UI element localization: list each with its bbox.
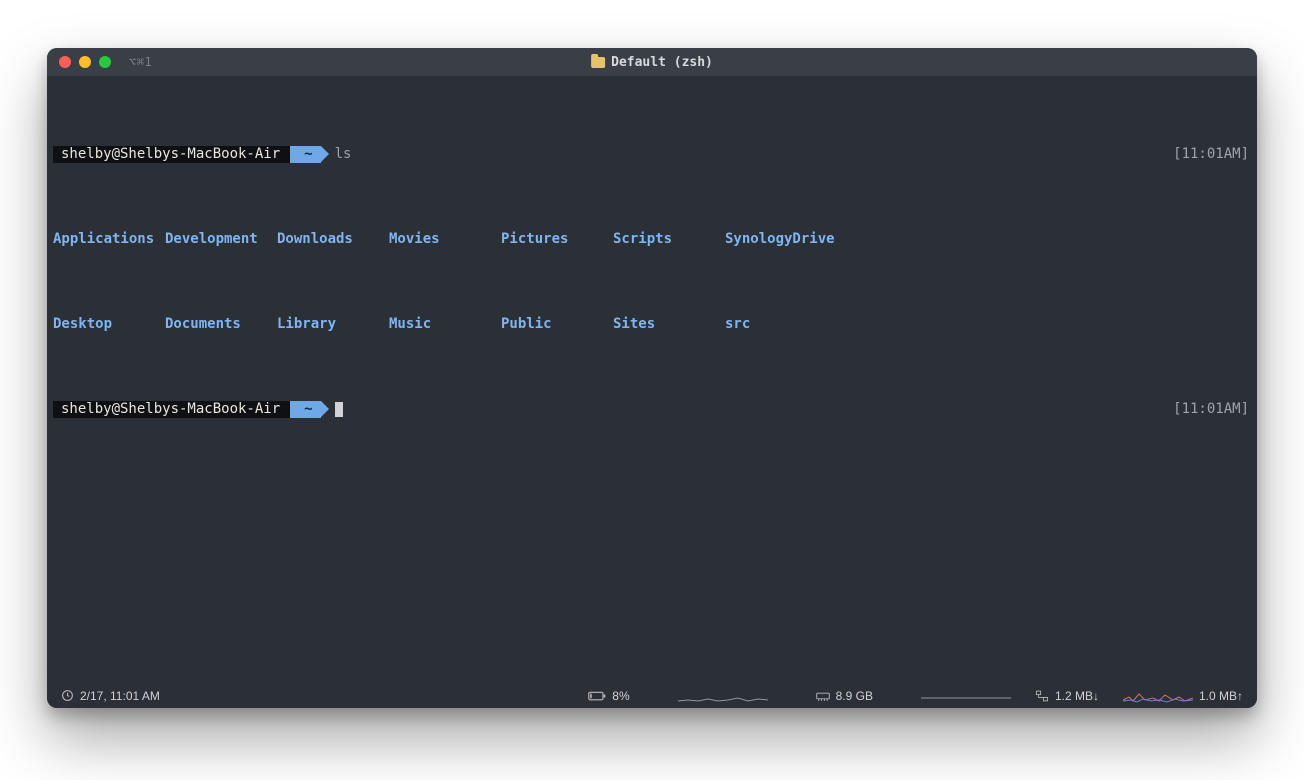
cursor-icon [335,402,343,417]
prompt-host-segment: shelby@Shelbys-MacBook-Air [53,401,290,418]
minimize-button[interactable] [79,56,91,68]
ls-item: Development [165,231,277,248]
command-text: ls [335,146,352,163]
folder-icon [591,57,605,68]
ls-item: Music [389,316,501,333]
status-cpu-sparkline [678,688,768,704]
terminal-content[interactable]: shelby@Shelbys-MacBook-Air ~ ls [11:01AM… [47,76,1257,682]
status-network-down-text: 1.2 MB↓ [1055,689,1099,703]
tab-shortcut-hint: ⌥⌘1 [129,55,152,69]
window-title-text: Default (zsh) [611,55,713,70]
ls-item: Pictures [501,231,613,248]
memory-sparkline-icon [921,688,1011,704]
status-network-down: 1.2 MB↓ [1035,689,1099,703]
ls-output-row: Applications Development Downloads Movie… [53,231,1251,248]
status-network-up-text: 1.0 MB↑ [1199,689,1243,703]
prompt-path-segment: ~ [290,401,320,418]
ls-item: Applications [53,231,165,248]
close-button[interactable] [59,56,71,68]
ls-item: Movies [389,231,501,248]
window-title: Default (zsh) [591,55,713,70]
status-memory-text: 8.9 GB [836,689,873,703]
status-network-sparkline [1123,688,1193,704]
traffic-lights [47,56,111,68]
status-network-up: 1.0 MB↑ [1199,689,1243,703]
prompt-host-segment: shelby@Shelbys-MacBook-Air [53,146,290,163]
ls-item: SynologyDrive [725,231,837,248]
status-memory-sparkline [921,688,1011,704]
status-battery-text: 8% [612,689,629,703]
terminal-window: ⌥⌘1 Default (zsh) shelby@Shelbys-MacBook… [47,48,1257,708]
status-bar: 2/17, 11:01 AM 8% [47,682,1257,708]
prompt-timestamp: [11:01AM] [1173,146,1249,163]
prompt-path-segment: ~ [290,146,320,163]
maximize-button[interactable] [99,56,111,68]
title-bar: ⌥⌘1 Default (zsh) [47,48,1257,76]
prompt-line-active: shelby@Shelbys-MacBook-Air ~ [11:01AM] [53,401,1251,418]
ls-item: Downloads [277,231,389,248]
ls-item: Documents [165,316,277,333]
prompt-timestamp: [11:01AM] [1173,401,1249,418]
status-datetime-text: 2/17, 11:01 AM [80,689,160,703]
status-battery: 8% [588,689,629,703]
memory-icon [816,690,830,702]
network-icon [1035,690,1049,702]
ls-item: Scripts [613,231,725,248]
status-datetime: 2/17, 11:01 AM [61,689,160,703]
ls-item: Desktop [53,316,165,333]
cpu-sparkline-icon [678,688,768,704]
prompt-line: shelby@Shelbys-MacBook-Air ~ ls [11:01AM… [53,146,1251,163]
ls-item: Library [277,316,389,333]
status-memory: 8.9 GB [816,689,873,703]
clock-icon [61,689,74,702]
network-sparkline-icon [1123,688,1193,704]
battery-icon [588,690,606,702]
ls-item: src [725,316,837,333]
ls-item: Public [501,316,613,333]
ls-item: Sites [613,316,725,333]
ls-output-row: Desktop Documents Library Music Public S… [53,316,1251,333]
